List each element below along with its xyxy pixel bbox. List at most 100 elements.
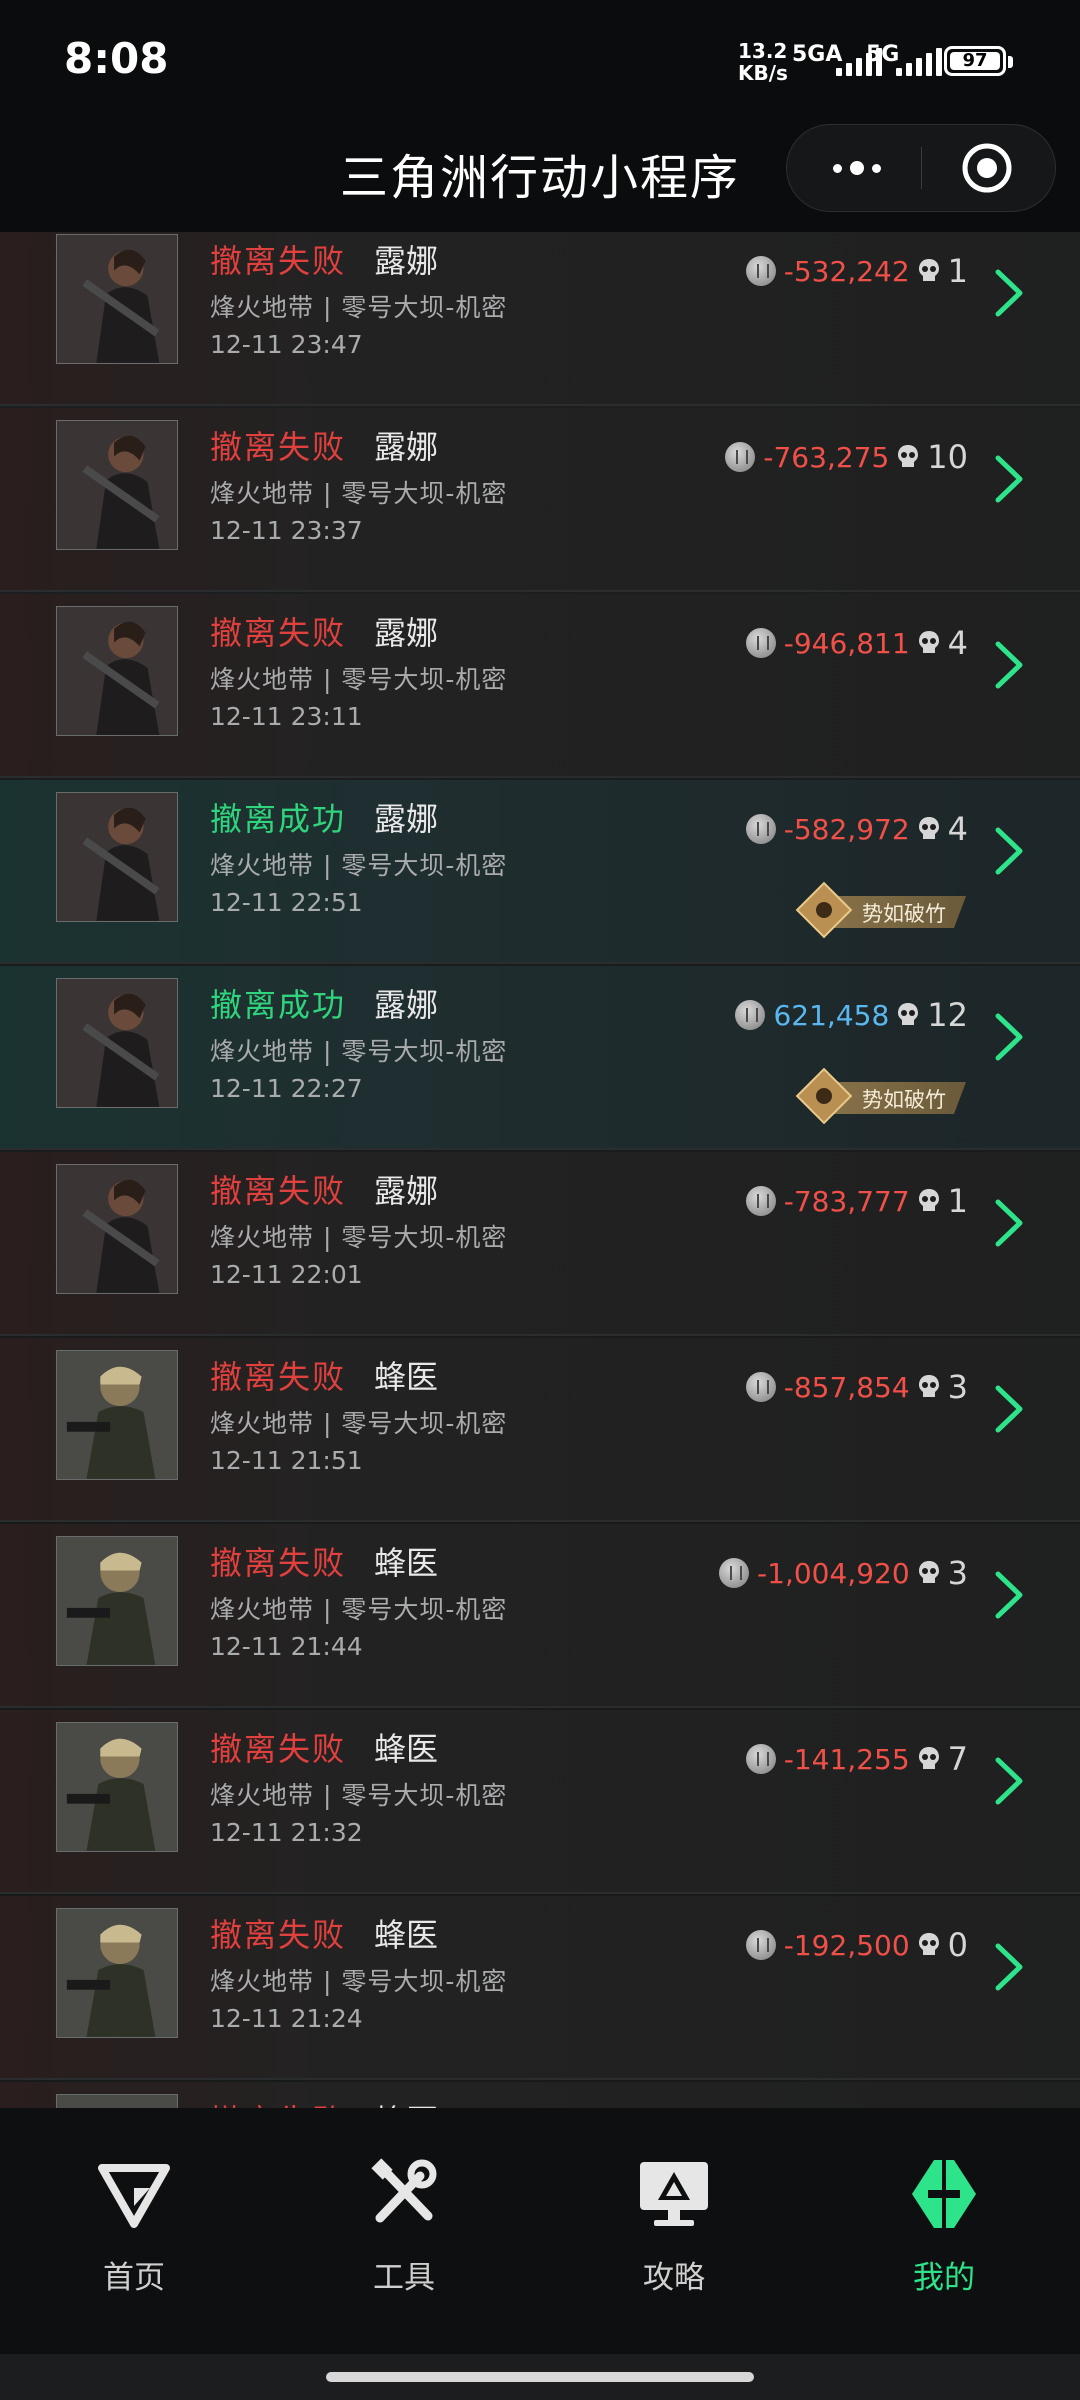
match-record-row[interactable]: 撤离失败 蜂医 [0, 2082, 1080, 2108]
nav-guide[interactable]: 攻略 [604, 2154, 744, 2297]
nav-home-label: 首页 [103, 2260, 165, 2296]
operator-avatar [56, 1908, 178, 2038]
delta-logo-icon [98, 2164, 170, 2228]
extraction-result: 撤离失败 [210, 2096, 346, 2108]
match-record-row[interactable]: 撤离失败 蜂医 烽火地带 | 零号大坝-机密 12-11 21:51 -857,854 3 [0, 1338, 1080, 1522]
operator-name: 蜂医 [374, 1544, 439, 1582]
signal-label-1: 5GA [792, 42, 843, 67]
skull-kill-icon [918, 817, 939, 839]
extraction-result: 撤离失败 [210, 242, 347, 280]
achievement-badge: 势如破竹 [795, 881, 970, 939]
match-record-row[interactable]: 撤离失败 露娜烽火地带 | 零号大坝-机密 12-11 22:01 -783,777 1 [0, 1152, 1080, 1336]
match-stats: -946,811 4 [745, 624, 968, 662]
extraction-result: 撤离失败 [210, 614, 347, 652]
chevron-right-icon[interactable] [994, 268, 1024, 318]
chevron-right-icon[interactable] [994, 454, 1024, 504]
value-change: -192,500 [783, 1928, 910, 1962]
map-name: 烽火地带 | 零号大坝-机密 [210, 665, 508, 694]
status-bar: 8:08 13.2 KB/s 5GA 5G 97 [0, 0, 1080, 120]
nav-tools[interactable]: 工具 [334, 2154, 474, 2297]
nav-tools-label: 工具 [373, 2260, 435, 2296]
operator-avatar [56, 420, 178, 550]
match-record-row[interactable]: 撤离失败 蜂医 烽火地带 | 零号大坝-机密 12-11 21:32 -141,255 7 [0, 1710, 1080, 1894]
operator-name: 露娜 [374, 986, 439, 1024]
match-time: 12-11 21:24 [210, 2004, 363, 2033]
coin-icon [719, 1558, 750, 1588]
kill-count: 10 [927, 438, 968, 476]
operator-name: 露娜 [374, 1172, 439, 1210]
map-name: 烽火地带 | 零号大坝-机密 [210, 1409, 508, 1438]
chevron-right-icon[interactable] [994, 1570, 1024, 1620]
home-indicator[interactable] [326, 2372, 754, 2382]
nav-mine[interactable]: 我的 [874, 2154, 1014, 2297]
coin-icon [745, 628, 776, 658]
operator-avatar [56, 234, 178, 364]
match-stats: -582,972 4 [745, 810, 968, 848]
match-time: 12-11 21:44 [210, 1632, 363, 1661]
chevron-right-icon[interactable] [994, 1756, 1024, 1806]
match-time: 12-11 22:01 [210, 1260, 363, 1289]
badge-emblem-icon [795, 881, 853, 939]
match-time: 12-11 22:27 [210, 1074, 363, 1103]
chevron-right-icon[interactable] [994, 1384, 1024, 1434]
badge-label: 势如破竹 [862, 1088, 946, 1112]
extraction-result: 撤离失败 [210, 1172, 347, 1210]
more-dots-icon[interactable] [827, 151, 887, 185]
kill-count: 3 [947, 1554, 968, 1592]
match-stats: -857,854 3 [745, 1368, 968, 1406]
chevron-right-icon[interactable] [994, 1198, 1024, 1248]
target-close-icon[interactable] [962, 143, 1012, 193]
mini-program-title-bar: 三角洲行动小程序 [0, 120, 1080, 232]
match-record-row[interactable]: 撤离失败 露娜 烽火地带 | 零号大坝-机密 12-11 23:11 -946,811 4 [0, 594, 1080, 778]
operator-name: 蜂医 [374, 1730, 439, 1768]
skull-kill-icon [918, 1747, 939, 1769]
map-name: 烽火地带 | 零号大坝-机密 [210, 1037, 508, 1066]
status-time: 8:08 [64, 34, 169, 83]
match-record-row[interactable]: 撤离成功 露娜 烽火地带 | 零号大坝-机密 12-11 22:51 -582,972 4… [0, 780, 1080, 964]
skull-kill-icon [898, 1003, 919, 1025]
map-name: 烽火地带 | 零号大坝-机密 [210, 1223, 508, 1252]
match-time: 12-11 22:51 [210, 888, 363, 917]
kill-count: 4 [947, 810, 968, 848]
value-change: -532,242 [783, 254, 910, 288]
match-record-row[interactable]: 撤离失败 蜂医 烽火地带 | 零号大坝-机密 12-11 21:44 -1,004,92… [0, 1524, 1080, 1708]
operator-avatar [56, 1722, 178, 1852]
match-record-row[interactable]: 撤离成功 露娜 烽火地带 | 零号大坝-机密 12-11 22:27 621,458 12… [0, 966, 1080, 1150]
match-record-list[interactable]: 撤离失败 露娜 烽火地带 | 零号大坝-机密 12-11 23:47 -532,242 1… [0, 232, 1080, 2108]
match-record-row[interactable]: 撤离失败 露娜 烽火地带 | 零号大坝-机密 12-11 23:37 -763,275 1… [0, 408, 1080, 592]
skull-kill-icon [918, 1189, 939, 1211]
match-time: 12-11 23:37 [210, 516, 363, 545]
match-stats: -783,777 1 [745, 1182, 968, 1220]
kill-count: 4 [947, 624, 968, 662]
coin-icon [745, 256, 776, 286]
nav-home[interactable]: 首页 [64, 2154, 204, 2297]
chevron-right-icon[interactable] [994, 826, 1024, 876]
operator-name: 蜂医 [374, 1358, 439, 1396]
operator-avatar [56, 978, 178, 1108]
net-speed-unit: KB/s [738, 61, 788, 85]
match-stats: -141,255 7 [745, 1740, 968, 1778]
chevron-right-icon[interactable] [994, 640, 1024, 690]
kill-count: 7 [947, 1740, 968, 1778]
extraction-result: 撤离成功 [210, 800, 347, 838]
chevron-right-icon[interactable] [994, 1012, 1024, 1062]
value-change: -141,255 [783, 1742, 910, 1776]
chevron-right-icon[interactable] [994, 1942, 1024, 1992]
operator-name: 露娜 [374, 614, 439, 652]
match-stats: -1,004,920 3 [719, 1554, 968, 1592]
map-name: 烽火地带 | 零号大坝-机密 [210, 1967, 508, 1996]
coin-icon [745, 1186, 776, 1216]
signal-label-2: 5G [866, 42, 900, 67]
extraction-result: 撤离失败 [210, 1916, 347, 1954]
coin-icon [735, 1000, 766, 1030]
operator-avatar [56, 1164, 178, 1294]
value-change: -946,811 [783, 626, 910, 660]
match-record-row[interactable]: 撤离失败 蜂医 烽火地带 | 零号大坝-机密 12-11 21:24 -192,500 0 [0, 1896, 1080, 2080]
value-change: -1,004,920 [757, 1556, 910, 1590]
operator-name: 露娜 [374, 800, 439, 838]
guide-monitor-icon [640, 2162, 708, 2226]
skull-kill-icon [918, 1375, 939, 1397]
achievement-badge: 势如破竹 [795, 1067, 970, 1125]
operator-avatar [56, 2094, 178, 2108]
match-record-row[interactable]: 撤离失败 露娜 烽火地带 | 零号大坝-机密 12-11 23:47 -532,242 1 [0, 232, 1080, 406]
